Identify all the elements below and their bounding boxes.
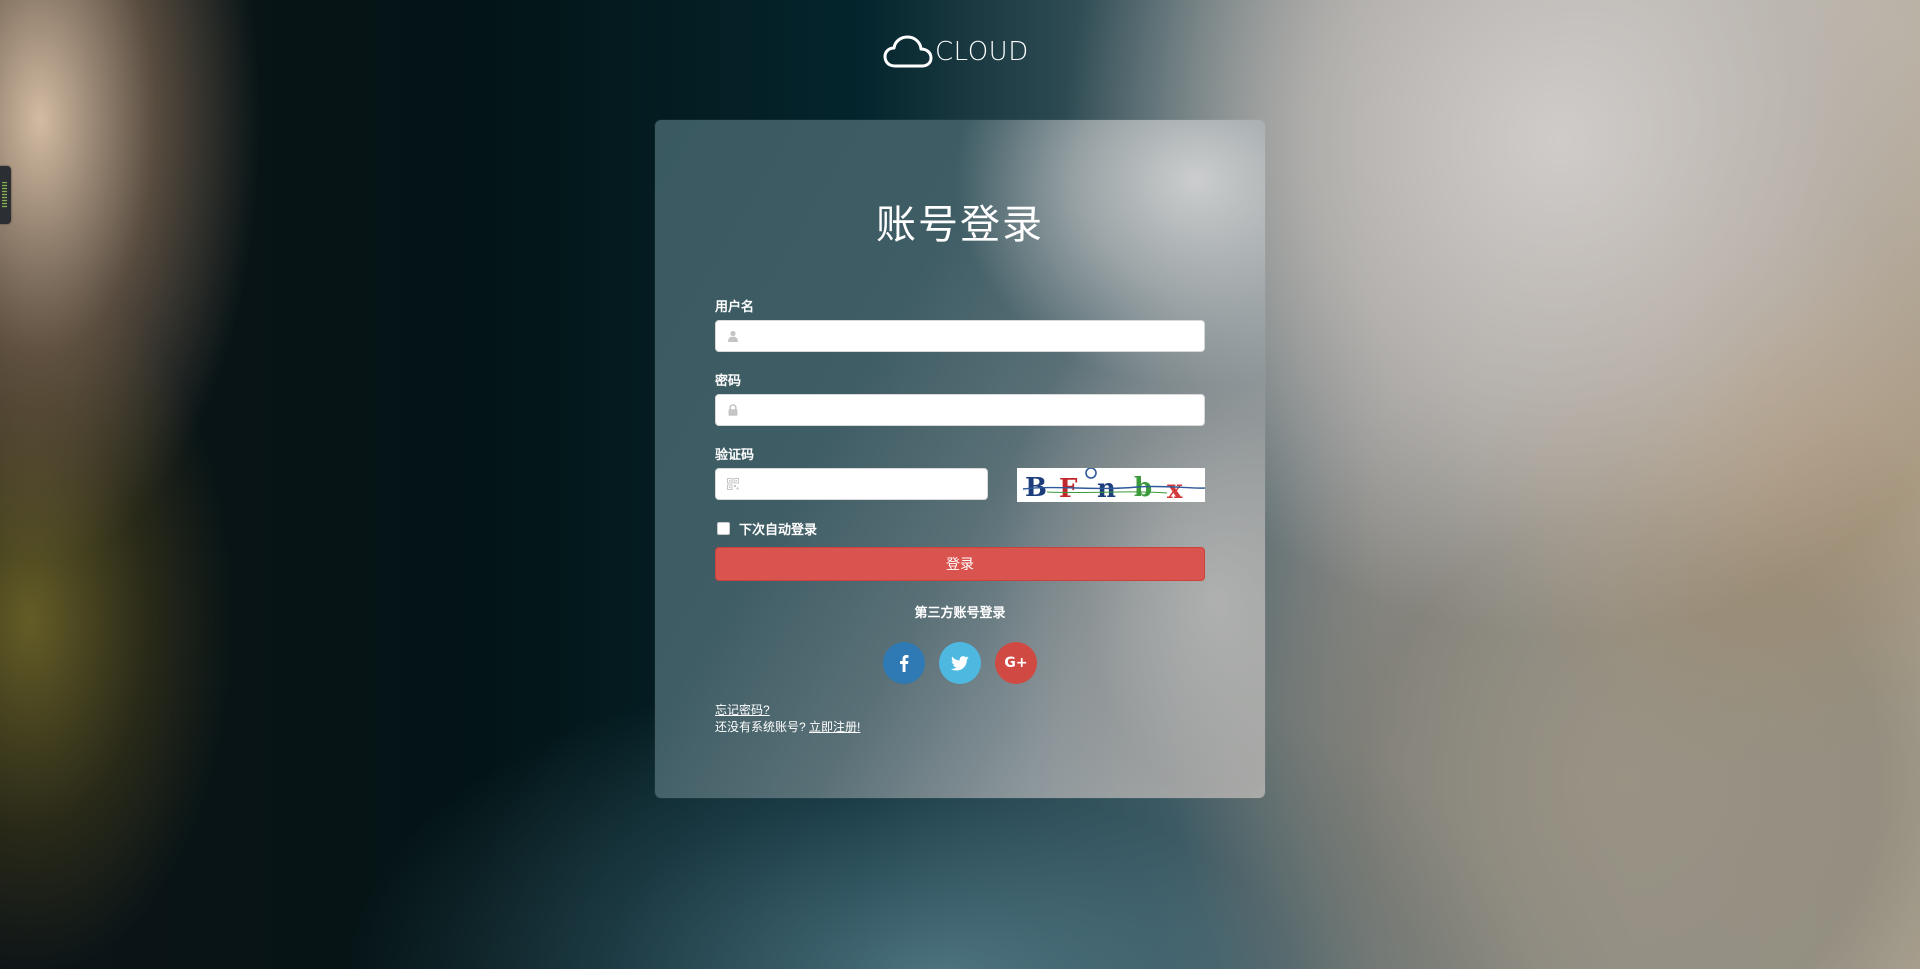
register-link[interactable]: 立即注册! [809,720,860,734]
page-title: 账号登录 [876,202,1044,248]
captcha-graphic: B F n b x [1017,468,1205,502]
brand-logo: CLOUD [883,32,1029,72]
svg-text:x: x [1167,475,1183,502]
social-login-row: G+ [883,642,1037,684]
logo-text: CLOUD [935,37,1029,67]
facebook-icon [900,655,909,672]
login-card: 账号登录 用户名 密码 验证码 B F n b x 下次自动登录 登录 第三方账… [655,120,1265,798]
twitter-icon [951,655,969,670]
account-links: 忘记密码? 还没有系统账号? 立即注册! [715,702,860,736]
user-icon [728,330,738,342]
remember-me[interactable]: 下次自动登录 [717,519,817,538]
twitter-login-button[interactable] [939,642,981,684]
username-input[interactable] [746,321,1196,353]
no-account-text: 还没有系统账号? [715,720,806,734]
password-label: 密码 [715,374,742,389]
side-panel-tab[interactable] [0,166,11,224]
captcha-input[interactable] [746,469,979,501]
username-label: 用户名 [715,300,755,315]
grip-icon [2,182,7,208]
captcha-label: 验证码 [715,448,755,463]
qrcode-icon [727,478,739,490]
password-field[interactable] [715,394,1205,427]
password-input[interactable] [746,395,1196,427]
remember-label: 下次自动登录 [739,523,818,538]
remember-checkbox[interactable] [717,522,730,535]
google-plus-login-button[interactable]: G+ [995,642,1037,684]
captcha-field[interactable] [715,468,988,501]
captcha-image[interactable]: B F n b x [1017,468,1205,502]
username-field[interactable] [715,320,1205,353]
forgot-password-link[interactable]: 忘记密码? [715,703,770,717]
cloud-icon [883,35,933,68]
lock-icon [728,404,738,416]
login-button[interactable]: 登录 [715,547,1205,581]
google-plus-icon: G+ [1004,655,1028,671]
facebook-login-button[interactable] [883,642,925,684]
third-party-title: 第三方账号登录 [914,606,1006,621]
